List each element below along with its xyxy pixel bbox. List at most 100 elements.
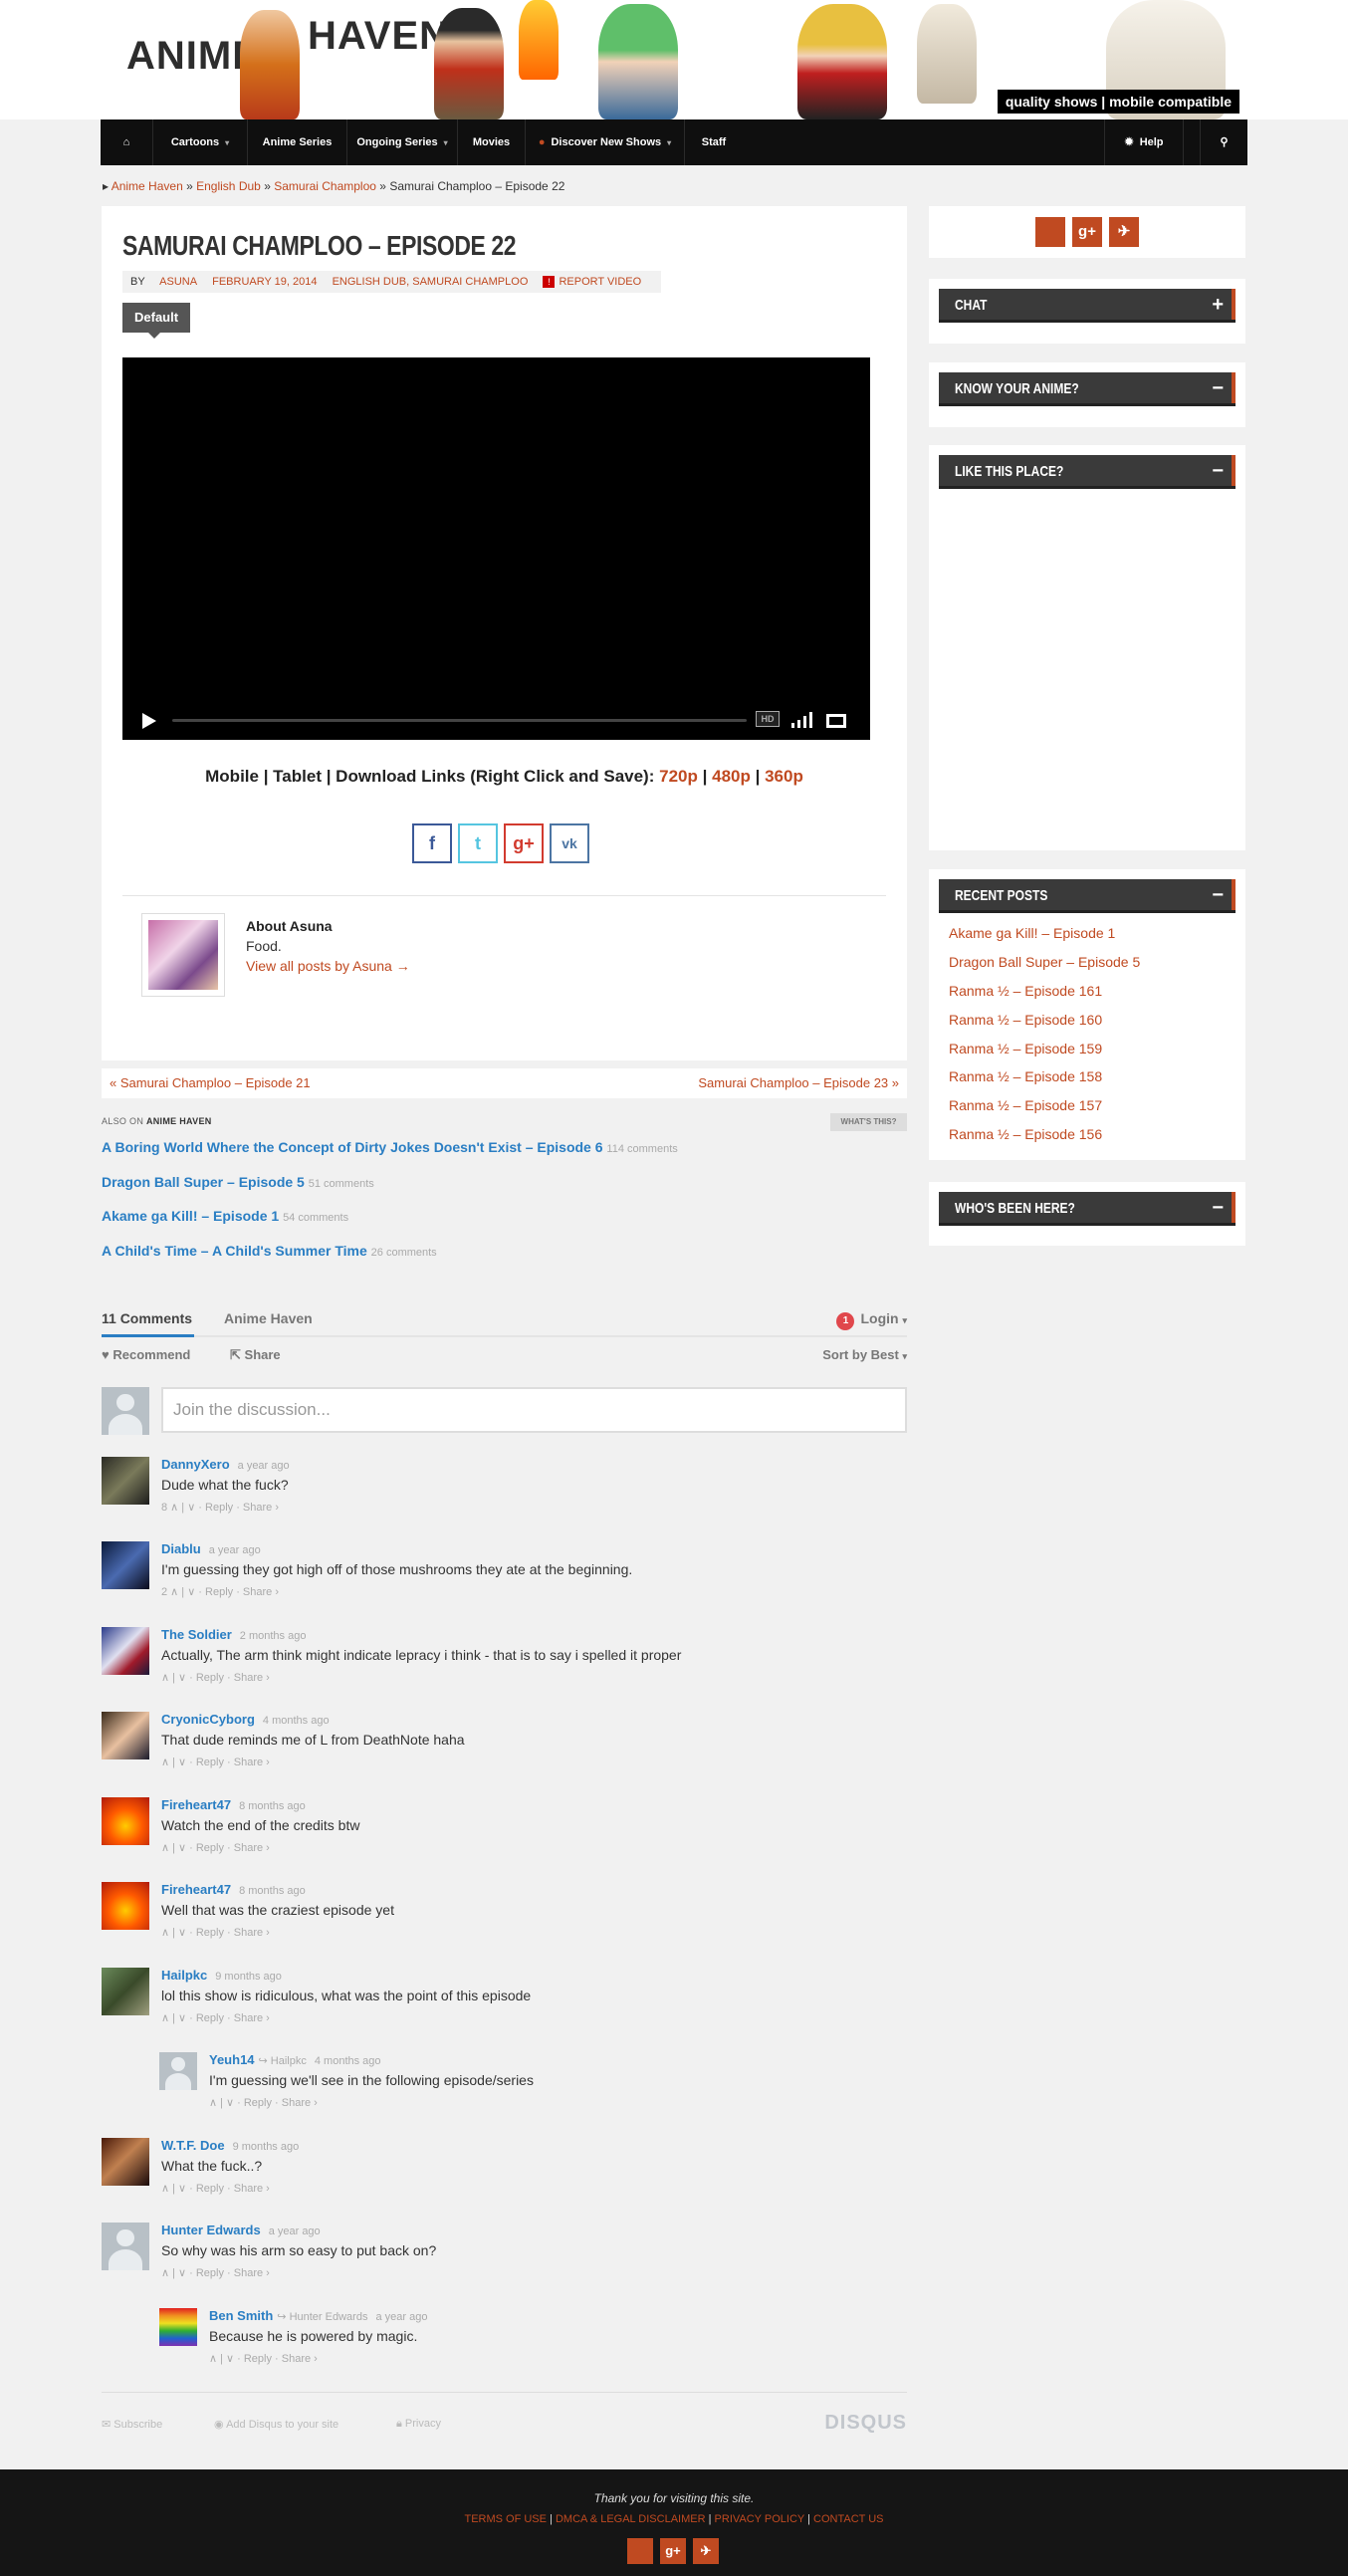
avatar[interactable] [159, 2052, 197, 2090]
link-360p[interactable]: 360p [765, 767, 803, 786]
comment-actions[interactable]: ∧ | ∨ · Reply · Share › [161, 2266, 270, 2279]
comment-author[interactable]: Hunter Edwards [161, 2223, 261, 2237]
nav-cartoons[interactable]: Cartoons ▾ [153, 119, 248, 165]
comment-author[interactable]: Ben Smith [209, 2308, 273, 2323]
comment-author[interactable]: Diablu [161, 1541, 201, 1556]
twitter-icon[interactable]: ✈ [693, 2538, 719, 2564]
link-480p[interactable]: 480p [712, 767, 751, 786]
comment-input[interactable]: Join the discussion... [161, 1387, 907, 1433]
chat-header[interactable]: CHAT + [939, 289, 1236, 323]
login-button[interactable]: 1 Login ▾ [836, 1304, 907, 1334]
avatar[interactable] [102, 1457, 149, 1505]
nav-home[interactable]: ⌂ [101, 119, 153, 165]
comment-actions[interactable]: ∧ | ∨ · Reply · Share › [161, 1841, 270, 1854]
recent-post-link[interactable]: Ranma ½ – Episode 158 [949, 1068, 1102, 1084]
comment-author[interactable]: Hailpkc [161, 1968, 207, 1983]
who-header[interactable]: WHO'S BEEN HERE? − [939, 1192, 1236, 1226]
subscribe-link[interactable]: ✉ Subscribe [102, 2418, 162, 2431]
prev-post-link[interactable]: « Samurai Champloo – Episode 21 [110, 1068, 311, 1098]
comment-actions[interactable]: 8 ∧ | ∨ · Reply · Share › [161, 1501, 279, 1514]
recommend-button[interactable]: ♥ Recommend [102, 1347, 190, 1362]
comment-time[interactable]: 9 months ago [215, 1971, 282, 1983]
fullscreen-icon[interactable] [826, 714, 846, 728]
comment-time[interactable]: 2 months ago [240, 1630, 307, 1642]
dmca-link[interactable]: DMCA & LEGAL DISCLAIMER [556, 2513, 706, 2525]
comment-time[interactable]: 8 months ago [239, 1885, 306, 1897]
disqus-logo[interactable]: DISQUS [824, 2412, 907, 2435]
comment-time[interactable]: a year ago [238, 1460, 290, 1472]
comment-author[interactable]: Fireheart47 [161, 1882, 231, 1897]
also-on-item[interactable]: A Child's Time – A Child's Summer Time 2… [102, 1243, 437, 1259]
nav-staff[interactable]: Staff [685, 119, 743, 165]
twitter-icon[interactable]: ✈ [1109, 217, 1139, 247]
breadcrumb-category[interactable]: English Dub [196, 179, 261, 193]
also-on-item[interactable]: Dragon Ball Super – Episode 5 51 comment… [102, 1174, 374, 1190]
avatar[interactable] [102, 2223, 149, 2270]
avatar[interactable] [102, 2138, 149, 2186]
nav-search[interactable]: ⚲ [1200, 119, 1247, 165]
sort-dropdown[interactable]: Sort by Best ▾ [822, 1347, 907, 1362]
share-square-icon[interactable] [627, 2538, 653, 2564]
recent-posts-header[interactable]: RECENT POSTS − [939, 879, 1236, 913]
recent-post-link[interactable]: Ranma ½ – Episode 159 [949, 1041, 1102, 1056]
comment-author[interactable]: The Soldier [161, 1627, 232, 1642]
recent-post-link[interactable]: Ranma ½ – Episode 157 [949, 1097, 1102, 1113]
comment-author[interactable]: DannyXero [161, 1457, 230, 1472]
also-on-item[interactable]: Akame ga Kill! – Episode 1 54 comments [102, 1208, 348, 1224]
volume-icon[interactable] [791, 712, 813, 728]
expand-icon[interactable]: + [1212, 289, 1224, 321]
recent-post-link[interactable]: Akame ga Kill! – Episode 1 [949, 925, 1115, 941]
comment-actions[interactable]: ∧ | ∨ · Reply · Share › [161, 2182, 270, 2195]
hd-button[interactable]: HD [756, 711, 780, 727]
report-video-link[interactable]: ! REPORT VIDEO [543, 276, 653, 288]
avatar[interactable] [102, 1627, 149, 1675]
comment-actions[interactable]: ∧ | ∨ · Reply · Share › [209, 2096, 318, 2109]
comment-author[interactable]: Yeuh14 [209, 2052, 255, 2067]
recent-post-link[interactable]: Ranma ½ – Episode 156 [949, 1126, 1102, 1142]
privacy-policy-link[interactable]: PRIVACY POLICY [715, 2513, 804, 2525]
add-disqus-link[interactable]: ◉ Add Disqus to your site [214, 2418, 338, 2431]
nav-movies[interactable]: Movies [458, 119, 526, 165]
comment-time[interactable]: 4 months ago [263, 1715, 330, 1727]
collapse-icon[interactable]: − [1212, 455, 1224, 487]
nav-discover[interactable]: ● Discover New Shows ▾ [526, 119, 685, 165]
comment-time[interactable]: a year ago [209, 1544, 261, 1556]
nav-ongoing-series[interactable]: Ongoing Series ▾ [347, 119, 458, 165]
share-button[interactable]: ⇱ Share [230, 1347, 281, 1363]
comment-actions[interactable]: ∧ | ∨ · Reply · Share › [161, 1671, 270, 1684]
link-720p[interactable]: 720p [659, 767, 698, 786]
comment-author[interactable]: CryonicCyborg [161, 1712, 255, 1727]
avatar[interactable] [159, 2308, 197, 2346]
twitter-share-icon[interactable]: t [458, 823, 498, 863]
like-header[interactable]: LIKE THIS PLACE? − [939, 455, 1236, 489]
video-player[interactable]: HD [122, 357, 870, 740]
contact-link[interactable]: CONTACT US [813, 2513, 884, 2525]
comment-author[interactable]: W.T.F. Doe [161, 2138, 225, 2153]
avatar[interactable] [102, 1968, 149, 2015]
reply-to[interactable]: ↪ Hunter Edwards [277, 2311, 367, 2323]
author-link[interactable]: ASUNA [159, 276, 197, 288]
gplus-icon[interactable]: g+ [1072, 217, 1102, 247]
comment-time[interactable]: a year ago [375, 2311, 427, 2323]
progress-bar[interactable] [172, 719, 747, 722]
avatar[interactable] [102, 1541, 149, 1589]
avatar[interactable] [102, 1882, 149, 1930]
recent-post-link[interactable]: Ranma ½ – Episode 160 [949, 1012, 1102, 1028]
breadcrumb-series[interactable]: Samurai Champloo [274, 179, 376, 193]
player-tab-default[interactable]: Default [122, 303, 191, 339]
reply-to[interactable]: ↪ Hailpkc [259, 2055, 307, 2067]
comment-time[interactable]: a year ago [269, 2225, 321, 2237]
privacy-link[interactable]: 🔒︎ Privacy [396, 2418, 441, 2431]
comment-actions[interactable]: ∧ | ∨ · Reply · Share › [161, 2011, 270, 2024]
breadcrumb-home[interactable]: Anime Haven [112, 179, 183, 193]
tab-comments[interactable]: 11 Comments [102, 1304, 195, 1337]
recent-post-link[interactable]: Dragon Ball Super – Episode 5 [949, 954, 1140, 970]
next-post-link[interactable]: Samurai Champloo – Episode 23 » [698, 1068, 899, 1098]
collapse-icon[interactable]: − [1212, 372, 1224, 404]
collapse-icon[interactable]: − [1212, 1192, 1224, 1224]
gplus-share-icon[interactable]: g+ [504, 823, 544, 863]
nav-help[interactable]: ✹ Help [1104, 119, 1184, 165]
recent-post-link[interactable]: Ranma ½ – Episode 161 [949, 983, 1102, 999]
view-all-posts-link[interactable]: View all posts by Asuna → [246, 958, 410, 974]
whats-this-button[interactable]: WHAT'S THIS? [830, 1113, 907, 1131]
